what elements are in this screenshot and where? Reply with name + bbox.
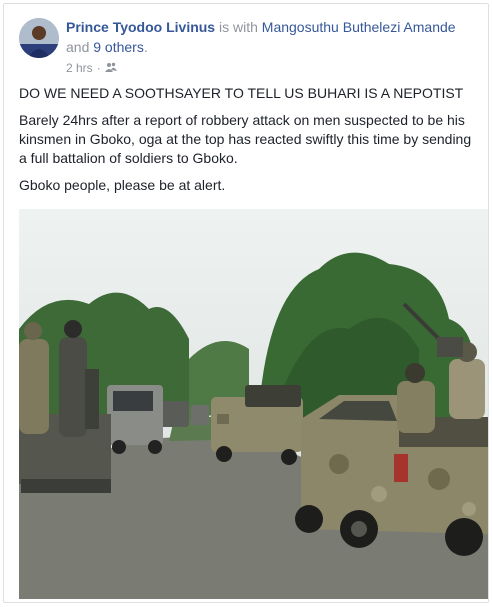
post-headline: DO WE NEED A SOOTHSAYER TO TELL US BUHAR… [19, 85, 464, 101]
convoy-photo [19, 209, 488, 599]
and-label: and [66, 39, 90, 55]
author-avatar[interactable] [19, 18, 59, 58]
post-timestamp[interactable]: 2 hrs [66, 61, 93, 75]
dot-separator: · [96, 61, 101, 75]
post-header: Prince Tyodoo Livinus is with Mangosuthu… [66, 17, 476, 57]
with-label: is with [218, 19, 258, 35]
pickup-truck-mid-left [107, 385, 163, 454]
feed-post: Prince Tyodoo Livinus is with Mangosuthu… [3, 3, 489, 603]
post-photo[interactable] [19, 209, 488, 599]
post-body: DO WE NEED A SOOTHSAYER TO TELL US BUHAR… [19, 84, 479, 203]
avatar-image [19, 18, 59, 58]
author-name-link[interactable]: Prince Tyodoo Livinus [66, 19, 215, 35]
friends-icon[interactable] [104, 61, 117, 75]
tagged-friend-link[interactable]: Mangosuthu Buthelezi Amande [262, 19, 456, 35]
post-meta: 2 hrs · [66, 61, 117, 75]
others-link[interactable]: 9 others [93, 39, 144, 55]
post-paragraph: Barely 24hrs after a report of robbery a… [19, 112, 472, 166]
post-paragraph: Gboko people, please be at alert. [19, 177, 226, 193]
period-label: . [143, 39, 148, 55]
